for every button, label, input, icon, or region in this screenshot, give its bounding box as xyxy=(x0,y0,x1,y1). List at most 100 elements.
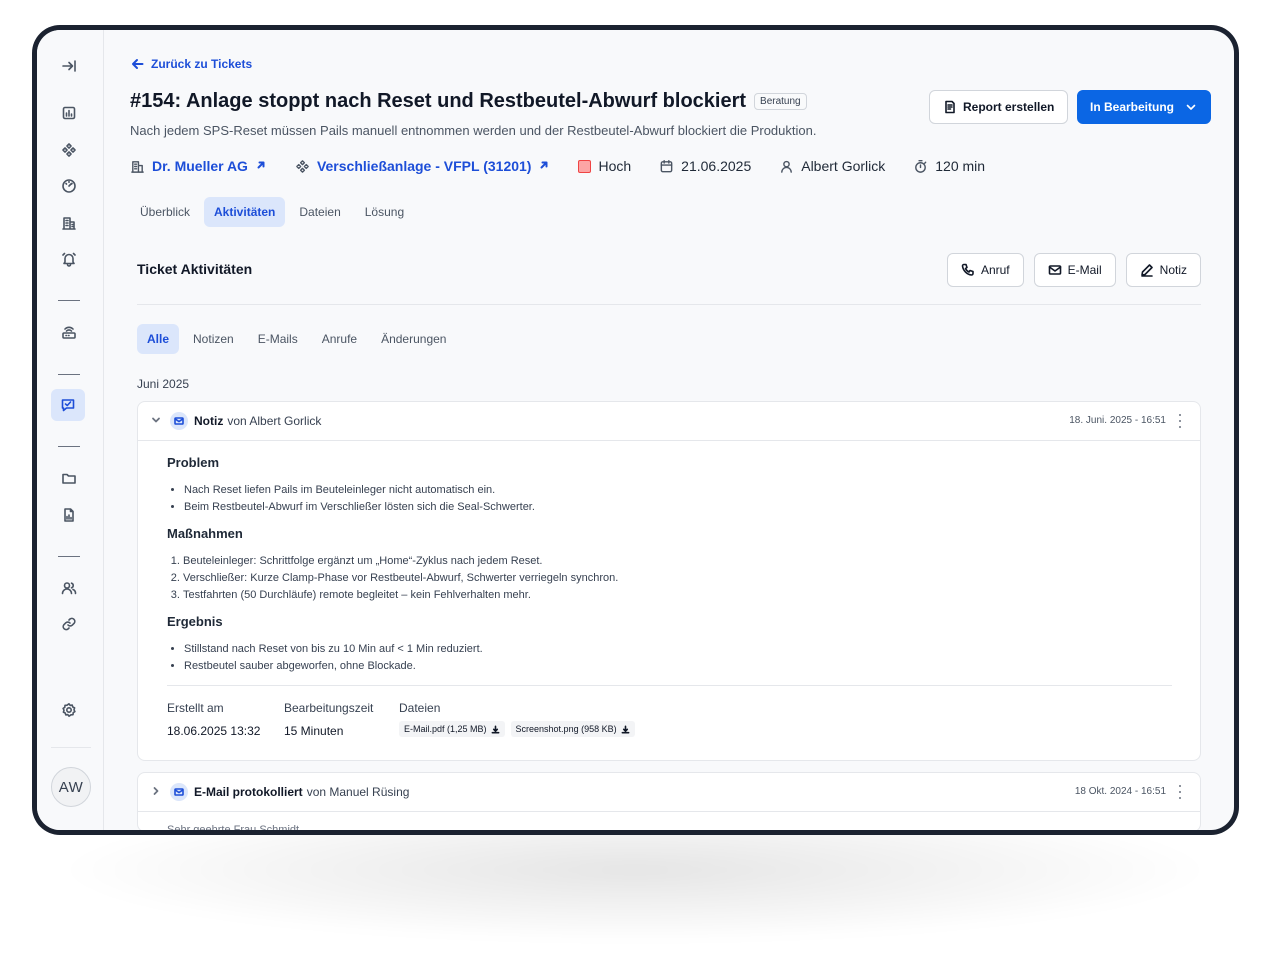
list-item: Beuteleinleger: Schrittfolge ergänzt um … xyxy=(183,553,1172,570)
month-heading: Juni 2025 xyxy=(137,377,190,391)
activity-card-header[interactable]: E-Mail protokolliert von Manuel Rüsing 1… xyxy=(138,773,1200,812)
folder-icon[interactable] xyxy=(55,464,83,492)
tab-activities[interactable]: Aktivitäten xyxy=(204,197,286,227)
created-col: Erstellt am 18.06.2025 13:32 xyxy=(167,701,264,738)
file-chip[interactable]: E-Mail.pdf (1,25 MB) xyxy=(399,721,505,737)
stopwatch-icon xyxy=(915,159,927,173)
activity-date: 18. Juni. 2025 - 16:51 xyxy=(1069,415,1166,426)
activity-card-header[interactable]: Notiz von Albert Gorlick 18. Juni. 2025 … xyxy=(138,402,1200,441)
back-to-tickets-link[interactable]: Zurück zu Tickets xyxy=(131,57,252,71)
sidebar-divider xyxy=(58,446,80,447)
phone-icon xyxy=(961,263,974,276)
chevron-down-icon xyxy=(1186,104,1196,110)
add-note-label: Notiz xyxy=(1159,263,1187,277)
activity-filters: Alle Notizen E-Mails Anrufe Änderungen xyxy=(137,324,456,354)
components-icon xyxy=(296,159,309,173)
customer-meta[interactable]: Dr. Mueller AG xyxy=(130,158,267,174)
file-list: E-Mail.pdf (1,25 MB) Screenshot.png (958… xyxy=(399,721,635,737)
dashboard-icon[interactable] xyxy=(55,99,83,127)
ticket-meta-row: Dr. Mueller AG Verschließanlage - VFPL (… xyxy=(130,158,1013,174)
file-name: E-Mail.pdf (1,25 MB) xyxy=(404,724,487,734)
alarm-bell-icon[interactable] xyxy=(55,245,83,273)
gauge-icon[interactable] xyxy=(55,172,83,200)
router-icon[interactable] xyxy=(55,319,83,347)
result-list: Stillstand nach Reset von bis zu 10 Min … xyxy=(184,641,1172,675)
tickets-icon[interactable] xyxy=(51,389,85,421)
list-item: Beim Restbeutel-Abwurf im Verschließer l… xyxy=(184,499,1172,516)
filter-emails[interactable]: E-Mails xyxy=(248,324,308,354)
tab-files[interactable]: Dateien xyxy=(289,197,350,227)
machine-meta[interactable]: Verschließanlage - VFPL (31201) xyxy=(295,158,551,174)
mail-icon xyxy=(170,783,188,801)
components-icon[interactable] xyxy=(55,136,83,164)
list-item: Testfahrten (50 Durchläufe) remote begle… xyxy=(183,587,1172,604)
file-name: Screenshot.png (958 KB) xyxy=(515,724,617,734)
more-options-icon[interactable] xyxy=(1178,414,1182,428)
users-icon[interactable] xyxy=(55,574,83,602)
priority-label: Hoch xyxy=(598,158,632,174)
app-screen: AW Zurück zu Tickets #154: Anlage stoppt… xyxy=(37,30,1234,830)
created-value: 18.06.2025 13:32 xyxy=(167,724,261,738)
create-report-button[interactable]: Report erstellen xyxy=(929,90,1069,124)
chevron-down-icon[interactable] xyxy=(150,414,162,429)
chevron-right-icon[interactable] xyxy=(150,785,162,800)
activities-header: Ticket Aktivitäten Anruf E-Mail Notiz xyxy=(137,253,1201,305)
link-icon[interactable] xyxy=(55,610,83,638)
duration-value: 120 min xyxy=(935,158,986,174)
report-icon xyxy=(945,100,955,114)
sidebar-divider xyxy=(58,556,80,557)
user-icon xyxy=(781,160,793,173)
worktime-label: Bearbeitungszeit xyxy=(284,701,374,715)
problem-list: Nach Reset liefen Pails im Beuteleinlege… xyxy=(184,482,1172,516)
download-icon[interactable] xyxy=(621,725,630,734)
sidebar: AW xyxy=(37,30,104,830)
arrow-left-icon xyxy=(132,59,144,69)
external-link-icon[interactable] xyxy=(255,158,267,174)
files-col: Dateien E-Mail.pdf (1,25 MB) Screenshot.… xyxy=(399,701,635,738)
sidebar-bottom-divider xyxy=(51,747,91,748)
file-chip[interactable]: Screenshot.png (958 KB) xyxy=(510,721,635,737)
more-options-icon[interactable] xyxy=(1178,785,1182,799)
list-item: Stillstand nach Reset von bis zu 10 Min … xyxy=(184,641,1172,658)
activity-date: 18 Okt. 2024 - 16:51 xyxy=(1074,786,1166,797)
ticket-subtitle: Nach jedem SPS-Reset müssen Pails manuel… xyxy=(130,123,817,138)
log-email-button[interactable]: E-Mail xyxy=(1033,253,1116,287)
tab-overview[interactable]: Überblick xyxy=(130,197,200,227)
duration-meta: 120 min xyxy=(913,158,985,174)
tab-solution[interactable]: Lösung xyxy=(355,197,414,227)
user-avatar[interactable]: AW xyxy=(51,767,91,807)
activity-author: von Manuel Rüsing xyxy=(306,785,410,799)
list-item: Nach Reset liefen Pails im Beuteleinlege… xyxy=(184,482,1172,499)
download-icon[interactable] xyxy=(491,725,500,734)
status-dropdown-button[interactable]: In Bearbeitung xyxy=(1077,90,1212,124)
measures-heading: Maßnahmen xyxy=(167,526,243,541)
ticket-tabs: Überblick Aktivitäten Dateien Lösung xyxy=(130,197,414,227)
log-call-label: Anruf xyxy=(980,263,1010,277)
filter-changes[interactable]: Änderungen xyxy=(371,324,456,354)
filter-all[interactable]: Alle xyxy=(137,324,180,354)
add-note-button[interactable]: Notiz xyxy=(1125,253,1201,287)
due-date: 21.06.2025 xyxy=(681,158,752,174)
external-link-icon[interactable] xyxy=(538,158,550,174)
note-info-row: Erstellt am 18.06.2025 13:32 Bearbeitung… xyxy=(167,701,1172,738)
activity-card-note: Notiz von Albert Gorlick 18. Juni. 2025 … xyxy=(137,401,1201,761)
status-label: In Bearbeitung xyxy=(1090,100,1175,114)
create-report-label: Report erstellen xyxy=(963,100,1055,114)
list-item: Verschließer: Kurze Clamp-Phase vor Rest… xyxy=(183,570,1172,587)
filter-calls[interactable]: Anrufe xyxy=(312,324,367,354)
building-icon xyxy=(131,160,144,173)
problem-heading: Problem xyxy=(167,455,220,470)
machine-link[interactable]: Verschließanlage - VFPL (31201) xyxy=(317,158,532,174)
activity-author: von Albert Gorlick xyxy=(227,414,322,428)
log-call-button[interactable]: Anruf xyxy=(946,253,1024,287)
worktime-col: Bearbeitungszeit 15 Minuten xyxy=(284,701,379,738)
settings-gear-icon[interactable] xyxy=(55,696,83,724)
filter-notes[interactable]: Notizen xyxy=(183,324,244,354)
customer-link[interactable]: Dr. Mueller AG xyxy=(152,158,248,174)
report-file-icon[interactable] xyxy=(55,501,83,529)
ticket-title: #154: Anlage stoppt nach Reset und Restb… xyxy=(130,90,747,112)
back-link-label: Zurück zu Tickets xyxy=(151,57,253,71)
buildings-icon[interactable] xyxy=(55,209,83,237)
collapse-sidebar-icon[interactable] xyxy=(55,52,83,80)
result-heading: Ergebnis xyxy=(167,614,223,629)
